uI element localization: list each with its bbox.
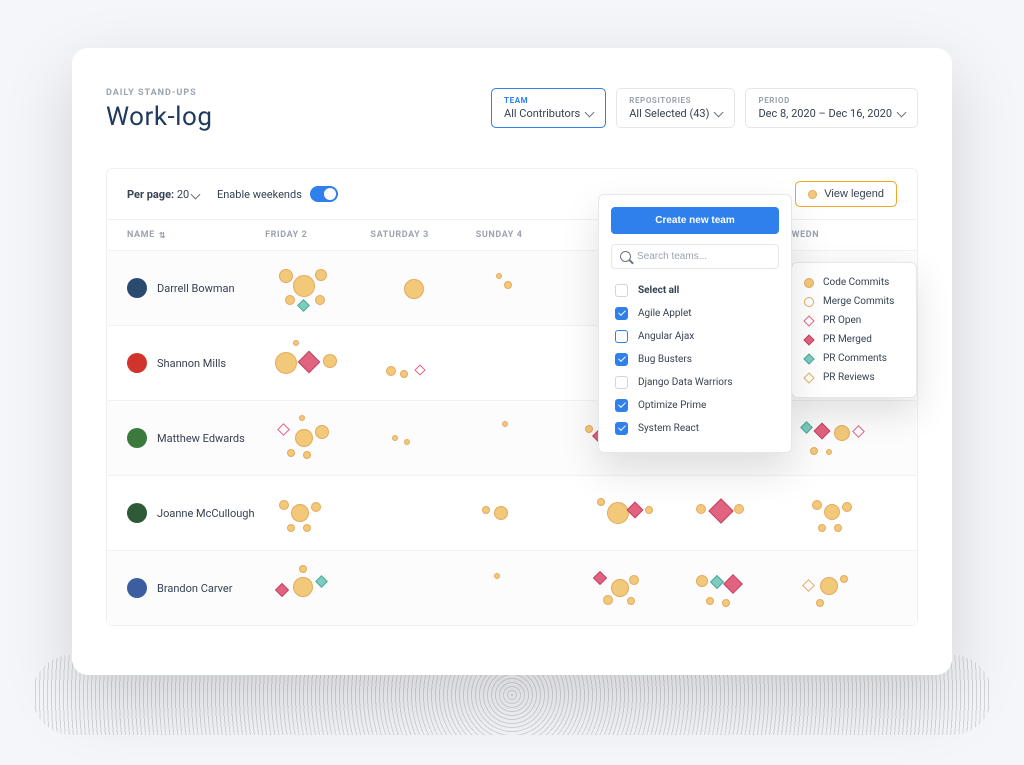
team-option[interactable]: Angular Ajax bbox=[611, 325, 779, 348]
legend-label: PR Reviews bbox=[823, 372, 875, 383]
legend-button-label: View legend bbox=[824, 188, 884, 200]
main-panel: DAILY STAND-UPS Work-log TEAM All Contri… bbox=[72, 48, 952, 675]
legend-label: PR Merged bbox=[823, 334, 872, 345]
legend-label: PR Open bbox=[823, 315, 861, 326]
page-title: Work-log bbox=[106, 102, 212, 132]
column-day[interactable]: FRIDAY 2 bbox=[265, 230, 370, 240]
table-row: Joanne McCullough bbox=[107, 475, 917, 550]
legend-item: Merge Commits bbox=[804, 292, 904, 311]
legend-label: Merge Commits bbox=[823, 296, 894, 307]
filter-repositories[interactable]: REPOSITORIES All Selected (43) bbox=[616, 88, 735, 128]
per-page-label: Per page: bbox=[127, 188, 174, 201]
sort-icon: ⇅ bbox=[159, 231, 166, 240]
avatar bbox=[127, 353, 147, 373]
column-name[interactable]: NAME⇅ bbox=[127, 230, 265, 240]
team-option-label: Angular Ajax bbox=[638, 331, 694, 342]
select-all-label: Select all bbox=[638, 285, 679, 296]
legend-item: PR Reviews bbox=[804, 368, 904, 387]
weekends-toggle[interactable] bbox=[310, 186, 338, 202]
chevron-down-icon bbox=[191, 189, 201, 199]
checkbox-icon bbox=[615, 422, 628, 435]
legend-item: PR Open bbox=[804, 311, 904, 330]
team-option-label: Bug Busters bbox=[638, 354, 692, 365]
filter-team[interactable]: TEAM All Contributors bbox=[491, 88, 606, 128]
team-option-label: Django Data Warriors bbox=[638, 377, 733, 388]
team-option[interactable]: Django Data Warriors bbox=[611, 371, 779, 394]
avatar bbox=[127, 278, 147, 298]
team-option[interactable]: Optimize Prime bbox=[611, 394, 779, 417]
user-name: Darrell Bowman bbox=[157, 282, 235, 295]
team-dropdown: Create new team Select all Agile Applet A… bbox=[598, 194, 792, 453]
team-option[interactable]: System React bbox=[611, 417, 779, 440]
team-option-label: Optimize Prime bbox=[638, 400, 706, 411]
avatar bbox=[127, 503, 147, 523]
legend-item: Code Commits bbox=[804, 273, 904, 292]
team-search[interactable] bbox=[611, 244, 779, 269]
checkbox-icon bbox=[615, 307, 628, 320]
chevron-down-icon bbox=[714, 107, 724, 117]
filter-period[interactable]: PERIOD Dec 8, 2020 – Dec 16, 2020 bbox=[745, 88, 918, 128]
select-all-row[interactable]: Select all bbox=[611, 279, 779, 302]
legend-shape-icon bbox=[803, 353, 814, 364]
checkbox-icon bbox=[615, 399, 628, 412]
filter-repos-value: All Selected (43) bbox=[629, 107, 709, 120]
team-option-label: Agile Applet bbox=[638, 308, 692, 319]
legend-item: PR Comments bbox=[804, 349, 904, 368]
team-option-label: System React bbox=[638, 423, 699, 434]
team-option[interactable]: Bug Busters bbox=[611, 348, 779, 371]
create-team-button[interactable]: Create new team bbox=[611, 207, 779, 234]
avatar bbox=[127, 578, 147, 598]
legend-shape-icon bbox=[803, 315, 814, 326]
filter-team-label: TEAM bbox=[504, 96, 593, 105]
team-option[interactable]: Agile Applet bbox=[611, 302, 779, 325]
team-search-input[interactable] bbox=[637, 251, 770, 262]
eyebrow: DAILY STAND-UPS bbox=[106, 88, 212, 98]
checkbox-icon bbox=[615, 353, 628, 366]
legend-shape-icon bbox=[804, 278, 814, 288]
column-day[interactable]: WEDN bbox=[792, 230, 897, 240]
per-page-select[interactable]: 20 bbox=[177, 188, 199, 201]
table-row: Matthew Edwards bbox=[107, 400, 917, 475]
filter-period-label: PERIOD bbox=[758, 96, 905, 105]
view-legend-button[interactable]: View legend bbox=[795, 181, 897, 207]
user-name: Brandon Carver bbox=[157, 582, 233, 595]
column-day[interactable]: SUNDAY 4 bbox=[476, 230, 581, 240]
legend-label: PR Comments bbox=[823, 353, 887, 364]
search-icon bbox=[620, 251, 631, 262]
legend-shape-icon bbox=[803, 372, 814, 383]
user-name: Matthew Edwards bbox=[157, 432, 245, 445]
user-name: Joanne McCullough bbox=[157, 507, 255, 520]
legend-label: Code Commits bbox=[823, 277, 889, 288]
checkbox-icon bbox=[615, 284, 628, 297]
chevron-down-icon bbox=[897, 107, 907, 117]
checkbox-icon bbox=[615, 376, 628, 389]
avatar bbox=[127, 428, 147, 448]
column-day[interactable]: SATURDAY 3 bbox=[370, 230, 475, 240]
checkbox-icon bbox=[615, 330, 628, 343]
filter-team-value: All Contributors bbox=[504, 107, 580, 120]
weekends-label: Enable weekends bbox=[217, 188, 302, 201]
legend-popover: Code Commits Merge Commits PR Open PR Merge… bbox=[791, 262, 917, 398]
user-name: Shannon Mills bbox=[157, 357, 226, 370]
filter-repos-label: REPOSITORIES bbox=[629, 96, 722, 105]
legend-shape-icon bbox=[803, 334, 814, 345]
chevron-down-icon bbox=[585, 107, 595, 117]
table-row: Brandon Carver bbox=[107, 550, 917, 625]
filter-period-value: Dec 8, 2020 – Dec 16, 2020 bbox=[758, 107, 892, 120]
legend-item: PR Merged bbox=[804, 330, 904, 349]
legend-dot-icon bbox=[808, 190, 817, 199]
legend-shape-icon bbox=[804, 297, 814, 307]
